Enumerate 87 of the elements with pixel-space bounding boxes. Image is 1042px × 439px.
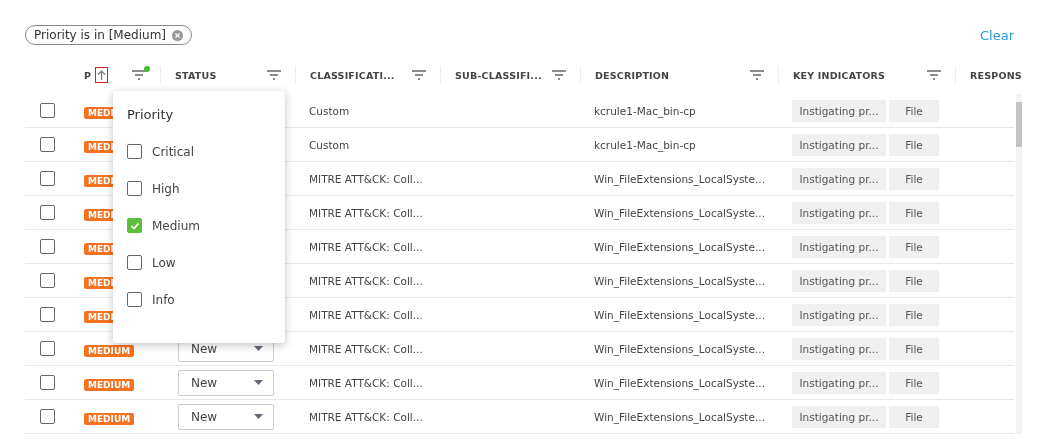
option-checkbox[interactable]	[127, 144, 142, 159]
priority-badge: MEDIUM	[84, 345, 135, 357]
column-header[interactable]: RESPONS	[970, 69, 1022, 81]
option-checkbox[interactable]	[127, 255, 142, 270]
indicator-tag: Instigating pr...	[792, 133, 886, 156]
caret-icon	[254, 380, 263, 385]
classification-cell-text: MITRE ATT&CK: Coll...	[308, 410, 424, 423]
filter-option[interactable]: Low	[127, 255, 271, 270]
classification-cell-text: MITRE ATT&CK: Coll...	[308, 206, 424, 219]
description-cell-text: kcrule1-Mac_bin-cp	[593, 138, 697, 151]
column-header[interactable]: P	[84, 69, 92, 81]
option-checkbox[interactable]	[127, 181, 142, 196]
filter-option[interactable]: Critical	[127, 144, 271, 159]
filter-icon[interactable]	[132, 70, 146, 80]
filter-icon[interactable]	[267, 70, 281, 80]
description-cell-text: Win_FileExtensions_LocalSyste...	[593, 240, 766, 253]
status-dropdown[interactable]: New	[178, 369, 274, 396]
filter-icon[interactable]	[750, 70, 764, 80]
classification-cell-text: MITRE ATT&CK: Coll...	[308, 308, 424, 321]
indicator-tag: Instigating pr...	[792, 303, 886, 326]
column-header[interactable]: DESCRIPTION	[595, 69, 670, 81]
filter-icon[interactable]	[412, 70, 426, 80]
indicator-tag: File	[889, 167, 939, 190]
indicator-tag: File	[889, 201, 939, 224]
column-header[interactable]: KEY INDICATORS	[793, 69, 886, 81]
option-checkbox[interactable]	[127, 292, 142, 307]
classification-cell-text: MITRE ATT&CK: Coll...	[308, 172, 424, 185]
row-checkbox[interactable]	[40, 103, 55, 118]
description-cell-text: Win_FileExtensions_LocalSyste...	[593, 376, 766, 389]
indicator-tag: File	[889, 303, 939, 326]
row-checkbox[interactable]	[40, 375, 55, 390]
description-cell-text: Win_FileExtensions_LocalSyste...	[593, 410, 766, 423]
column-header[interactable]: STATUS	[175, 69, 217, 81]
caret-icon	[254, 346, 263, 351]
indicator-tag: Instigating pr...	[792, 167, 886, 190]
indicator-tag: File	[889, 371, 939, 394]
indicator-tag: File	[889, 337, 939, 360]
priority-badge: MEDIUM	[84, 379, 135, 391]
indicator-tag: File	[889, 235, 939, 258]
classification-cell-text: Custom	[308, 104, 351, 117]
status-dropdown[interactable]: New	[178, 403, 274, 430]
row-checkbox[interactable]	[40, 341, 55, 356]
filter-icon[interactable]	[927, 70, 941, 80]
classification-cell-text: MITRE ATT&CK: Coll...	[308, 240, 424, 253]
scrollbar[interactable]	[1016, 94, 1022, 434]
row-checkbox[interactable]	[40, 205, 55, 220]
indicator-tag: Instigating pr...	[792, 405, 886, 428]
indicator-tag: Instigating pr...	[792, 201, 886, 224]
description-cell-text: Win_FileExtensions_LocalSyste...	[593, 206, 766, 219]
row-checkbox[interactable]	[40, 307, 55, 322]
description-cell-text: Win_FileExtensions_LocalSyste...	[593, 342, 766, 355]
classification-cell-text: Custom	[308, 138, 351, 151]
indicator-tag: Instigating pr...	[792, 269, 886, 292]
row-checkbox[interactable]	[40, 409, 55, 424]
row-checkbox[interactable]	[40, 137, 55, 152]
classification-cell-text: MITRE ATT&CK: Coll...	[308, 342, 424, 355]
row-checkbox[interactable]	[40, 273, 55, 288]
filter-option[interactable]: Info	[127, 292, 271, 307]
sort-arrow-icon[interactable]	[95, 67, 109, 83]
classification-cell-text: MITRE ATT&CK: Coll...	[308, 376, 424, 389]
indicator-tag: File	[889, 405, 939, 428]
indicator-tag: File	[889, 99, 939, 122]
popup-title: Priority	[127, 107, 175, 122]
classification-cell-text: MITRE ATT&CK: Coll...	[308, 274, 424, 287]
row-checkbox[interactable]	[40, 239, 55, 254]
option-checkbox[interactable]	[127, 218, 142, 233]
filter-icon[interactable]	[552, 70, 566, 80]
indicator-tag: File	[889, 133, 939, 156]
description-cell-text: Win_FileExtensions_LocalSyste...	[593, 274, 766, 287]
column-header[interactable]: SUB-CLASSIFI...	[455, 69, 542, 81]
description-cell-text: Win_FileExtensions_LocalSyste...	[593, 172, 766, 185]
indicator-tag: Instigating pr...	[792, 371, 886, 394]
description-cell-text: kcrule1-Mac_bin-cp	[593, 104, 697, 117]
row-checkbox[interactable]	[40, 171, 55, 186]
caret-icon	[254, 414, 263, 419]
close-icon[interactable]	[172, 29, 184, 41]
indicator-tag: Instigating pr...	[792, 99, 886, 122]
description-cell-text: Win_FileExtensions_LocalSyste...	[593, 308, 766, 321]
filter-option[interactable]: High	[127, 181, 271, 196]
indicator-tag: Instigating pr...	[792, 337, 886, 360]
filter-option[interactable]: Medium	[127, 218, 271, 233]
column-header[interactable]: CLASSIFICATI...	[310, 69, 395, 81]
checkmark-icon	[129, 220, 140, 231]
priority-badge: MEDIUM	[84, 413, 135, 425]
filter-chip-label: Priority is in [Medium]	[34, 28, 167, 42]
indicator-tag: File	[889, 269, 939, 292]
indicator-tag: Instigating pr...	[792, 235, 886, 258]
